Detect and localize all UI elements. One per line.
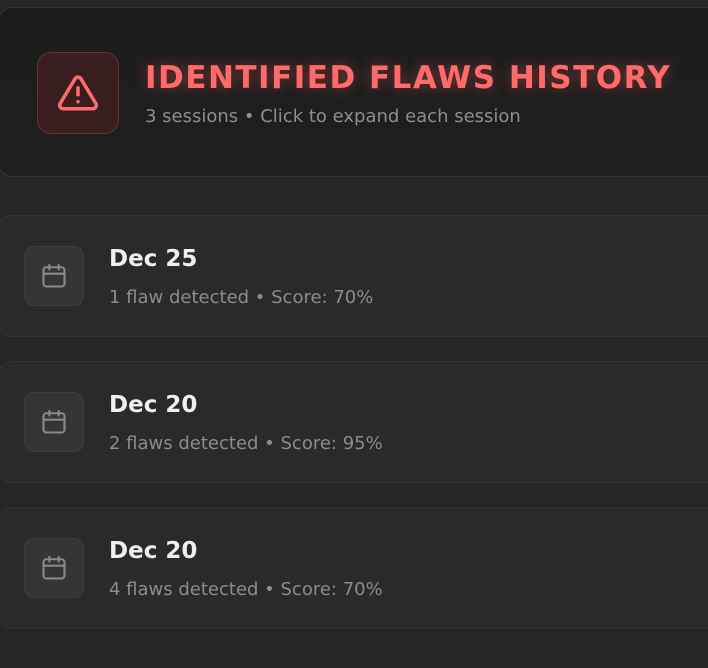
session-date: Dec 20 bbox=[109, 392, 198, 418]
session-card-2[interactable]: Dec 20 2 flaws detected • Score: 95% bbox=[0, 361, 708, 483]
session-summary: 2 flaws detected • Score: 95% bbox=[109, 433, 383, 454]
warning-triangle-icon bbox=[57, 75, 99, 111]
page-subtitle: 3 sessions • Click to expand each sessio… bbox=[145, 106, 521, 127]
session-card-3[interactable]: Dec 20 4 flaws detected • Score: 70% bbox=[0, 507, 708, 629]
session-summary: 4 flaws detected • Score: 70% bbox=[109, 579, 383, 600]
warning-icon-badge bbox=[37, 52, 119, 134]
session-card-1[interactable]: Dec 25 1 flaw detected • Score: 70% bbox=[0, 215, 708, 337]
session-date: Dec 20 bbox=[109, 538, 198, 564]
calendar-icon-badge bbox=[24, 538, 84, 598]
calendar-icon-badge bbox=[24, 246, 84, 306]
calendar-icon bbox=[42, 263, 66, 288]
flaws-history-header: IDENTIFIED FLAWS HISTORY 3 sessions • Cl… bbox=[0, 7, 708, 177]
calendar-icon bbox=[42, 555, 66, 580]
calendar-icon bbox=[42, 409, 66, 434]
session-date: Dec 25 bbox=[109, 246, 198, 272]
calendar-icon-badge bbox=[24, 392, 84, 452]
page-title: IDENTIFIED FLAWS HISTORY bbox=[145, 60, 672, 96]
session-summary: 1 flaw detected • Score: 70% bbox=[109, 287, 374, 308]
